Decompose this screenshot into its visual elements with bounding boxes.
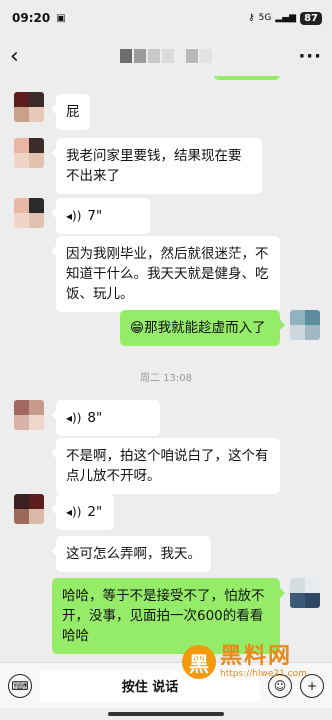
nav-bar: ‹ ··· bbox=[0, 36, 332, 76]
battery-level: 87 bbox=[300, 11, 322, 25]
watermark-text: 黑料网 bbox=[220, 644, 293, 669]
screenshot-icon: ▣ bbox=[56, 12, 66, 24]
avatar[interactable] bbox=[14, 494, 44, 524]
message-row: ◂)) 8" bbox=[14, 400, 160, 436]
home-indicator bbox=[108, 712, 224, 716]
message-text: 屁 bbox=[66, 104, 80, 120]
watermark-url: https://hlwe21.com bbox=[220, 669, 307, 679]
message-bubble[interactable]: 因为我刚毕业，然后就很迷茫，不知道干什么。我天天就是健身、吃饭、玩儿。 bbox=[51, 236, 280, 312]
my-avatar[interactable] bbox=[290, 578, 320, 608]
keyboard-icon[interactable]: ⌨ bbox=[8, 673, 32, 698]
message-row: ◂)) 2" bbox=[14, 494, 114, 530]
message-row: 屁 bbox=[14, 92, 90, 130]
message-text: 不是啊，拍这个咱说白了，这个有点儿放不开呀。 bbox=[66, 448, 269, 484]
avatar[interactable] bbox=[14, 92, 44, 122]
message-text: 因为我刚毕业，然后就很迷茫，不知道干什么。我天天就是健身、吃饭、玩儿。 bbox=[66, 246, 269, 302]
message-row: 😁那我就能趁虚而入了 bbox=[120, 310, 320, 346]
chat-title-mosaic bbox=[120, 49, 213, 63]
message-bubble[interactable]: 这可怎么弄啊，我天。 bbox=[51, 536, 211, 572]
network-label: 5G bbox=[258, 13, 272, 23]
voice-message[interactable]: ◂)) 8" bbox=[51, 400, 160, 436]
voice-duration: 7" bbox=[87, 208, 103, 224]
key-icon: ⚷ bbox=[248, 13, 255, 23]
voice-icon: ◂)) bbox=[66, 411, 82, 425]
message-row: ◂)) 7" bbox=[14, 198, 150, 234]
grin-emoji-icon: 😁 bbox=[130, 320, 145, 336]
back-button[interactable]: ‹ bbox=[10, 44, 34, 69]
message-text: 这可怎么弄啊，我天。 bbox=[66, 546, 201, 562]
voice-duration: 8" bbox=[87, 410, 103, 426]
status-time: 09:20 bbox=[12, 11, 51, 25]
watermark: 黑 黑料网 https://hlwe21.com bbox=[182, 630, 332, 694]
message-bubble[interactable]: 屁 bbox=[51, 94, 90, 130]
message-row: 我老问家里要钱，结果现在要不出来了 bbox=[14, 138, 262, 194]
time-separator: 周二 13:08 bbox=[140, 373, 192, 384]
message-bubble[interactable]: 我老问家里要钱，结果现在要不出来了 bbox=[51, 138, 262, 194]
voice-message[interactable]: ◂)) 2" bbox=[51, 494, 114, 530]
signal-icon: ▂▄▆ bbox=[275, 13, 297, 23]
partial-message-bubble bbox=[214, 76, 280, 80]
my-avatar[interactable] bbox=[290, 310, 320, 340]
message-bubble[interactable]: 😁那我就能趁虚而入了 bbox=[120, 310, 285, 346]
message-row: 因为我刚毕业，然后就很迷茫，不知道干什么。我天天就是健身、吃饭、玩儿。 bbox=[51, 236, 280, 312]
message-row: 不是啊，拍这个咱说白了，这个有点儿放不开呀。 bbox=[51, 438, 280, 494]
avatar[interactable] bbox=[14, 138, 44, 168]
chat-area[interactable]: 屁 我老问家里要钱，结果现在要不出来了 ◂)) 7" 因为我刚毕业，然后就很迷茫… bbox=[0, 76, 332, 662]
voice-message[interactable]: ◂)) 7" bbox=[51, 198, 150, 234]
voice-duration: 2" bbox=[87, 504, 103, 520]
message-text: 那我就能趁虚而入了 bbox=[144, 320, 266, 336]
message-row: 这可怎么弄啊，我天。 bbox=[51, 536, 211, 572]
voice-icon: ◂)) bbox=[66, 505, 82, 519]
message-text: 我老问家里要钱，结果现在要不出来了 bbox=[66, 148, 242, 184]
status-bar: 09:20 ▣ ⚷ 5G ▂▄▆ 87 bbox=[0, 0, 332, 36]
voice-icon: ◂)) bbox=[66, 209, 82, 223]
avatar[interactable] bbox=[14, 400, 44, 430]
more-button[interactable]: ··· bbox=[298, 46, 322, 67]
watermark-logo-icon: 黑 bbox=[182, 645, 216, 679]
avatar[interactable] bbox=[14, 198, 44, 228]
message-bubble[interactable]: 不是啊，拍这个咱说白了，这个有点儿放不开呀。 bbox=[51, 438, 280, 494]
